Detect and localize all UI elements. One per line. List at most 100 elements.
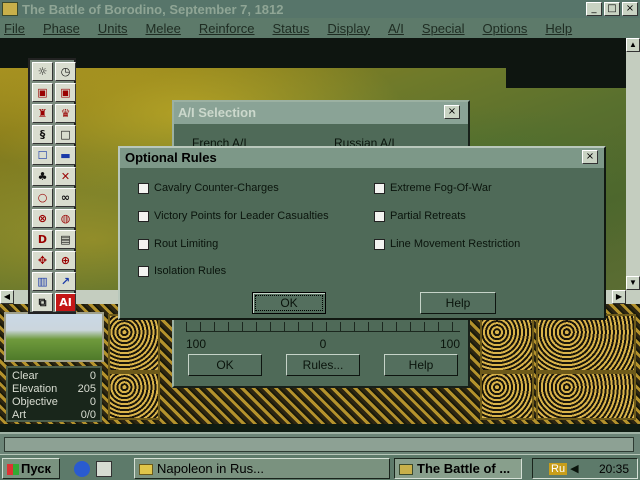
toolbar-button-16[interactable]: ◍ <box>55 209 76 228</box>
maximize-button[interactable]: □ <box>604 2 620 16</box>
start-button[interactable]: Пуск <box>2 458 60 479</box>
terrain-tile <box>108 314 160 372</box>
checkbox-label: Rout Limiting <box>154 238 219 250</box>
outlook-express-icon[interactable] <box>96 461 112 477</box>
window-title: The Battle of Borodino, September 7, 181… <box>22 1 284 17</box>
window-title-bar[interactable]: The Battle of Borodino, September 7, 181… <box>0 0 640 18</box>
extreme-fog-of-war-checkbox[interactable]: Extreme Fog-Of-War <box>374 182 492 194</box>
terrain-tile <box>536 314 636 372</box>
task-label: Napoleon in Rus... <box>157 461 264 476</box>
checkbox-box[interactable] <box>138 238 149 250</box>
terrain-preview-image <box>4 312 104 362</box>
checkbox-box[interactable] <box>374 210 385 222</box>
checkbox-box[interactable] <box>138 265 149 277</box>
toolbar-button-13[interactable]: ○ <box>32 188 53 207</box>
ai-help-button[interactable]: Help <box>384 354 458 376</box>
ai-scale-labels: 100 0 100 <box>186 337 460 351</box>
scroll-right-icon[interactable]: ▶ <box>612 290 626 304</box>
checkbox-box[interactable] <box>138 182 149 194</box>
scroll-left-icon[interactable]: ◀ <box>0 290 14 304</box>
folder-icon <box>139 464 153 476</box>
menu-special[interactable]: Special <box>422 21 465 36</box>
toolbar-button-12[interactable]: ✕ <box>55 167 76 186</box>
checkbox-label: Victory Points for Leader Casualties <box>154 210 329 222</box>
menu-options[interactable]: Options <box>483 21 528 36</box>
toolbar-button-3[interactable]: ▣ <box>32 83 53 102</box>
terrain-tile <box>480 372 534 420</box>
checkbox-label: Extreme Fog-Of-War <box>390 182 492 194</box>
taskbar-battle-window[interactable]: The Battle of ... <box>394 458 522 479</box>
cavalry-counter-charges-checkbox[interactable]: Cavalry Counter-Charges <box>138 182 279 194</box>
toolbar-button-18[interactable]: ▤ <box>55 230 76 249</box>
speaker-icon[interactable]: ◀ <box>570 462 578 475</box>
toolbar-button-9[interactable]: ☐ <box>32 146 53 165</box>
toolbar-button-6[interactable]: ♛ <box>55 104 76 123</box>
toolbar-button-4[interactable]: ▣ <box>55 83 76 102</box>
menu-ai[interactable]: A/I <box>388 21 404 36</box>
scroll-up-icon[interactable]: ▲ <box>626 38 640 52</box>
tool-palette: ☼ ◷ ▣ ▣ ♜ ♛ § □ ☐ ▬ ♣ ✕ ○ ∞ ⊗ ◍ D ▤ ✥ ⊕ … <box>28 58 76 314</box>
toolbar-button-10[interactable]: ▬ <box>55 146 76 165</box>
terrain-tile <box>108 372 160 420</box>
taskbar-napoleon-window[interactable]: Napoleon in Rus... <box>134 458 390 479</box>
partial-retreats-checkbox[interactable]: Partial Retreats <box>374 210 466 222</box>
toolbar-button-21[interactable]: ▥ <box>32 272 53 291</box>
toolbar-button-7[interactable]: § <box>32 125 53 144</box>
clock-icon[interactable]: ◷ <box>55 62 76 81</box>
isolation-rules-checkbox[interactable]: Isolation Rules <box>138 265 226 277</box>
menu-file[interactable]: File <box>4 21 25 36</box>
toolbar-button-23[interactable]: ⧉ <box>32 293 53 312</box>
map-vertical-scrollbar[interactable]: ▲ ▼ <box>626 38 640 290</box>
checkbox-box[interactable] <box>138 210 149 222</box>
language-indicator[interactable]: Ru <box>549 462 568 475</box>
victory-points-leader-checkbox[interactable]: Victory Points for Leader Casualties <box>138 210 329 222</box>
optional-rules-help-button[interactable]: Help <box>420 292 496 314</box>
toolbar-button-8[interactable]: □ <box>55 125 76 144</box>
start-label: Пуск <box>21 461 51 476</box>
menu-help[interactable]: Help <box>545 21 572 36</box>
internet-explorer-icon[interactable] <box>74 461 90 477</box>
toolbar-button-5[interactable]: ♜ <box>32 104 53 123</box>
scroll-down-icon[interactable]: ▼ <box>626 276 640 290</box>
scale-left-label: 100 <box>186 337 207 351</box>
menu-reinforce[interactable]: Reinforce <box>199 21 255 36</box>
optional-rules-close-button[interactable]: × <box>582 150 598 164</box>
clock[interactable]: 20:35 <box>599 462 629 476</box>
rout-limiting-checkbox[interactable]: Rout Limiting <box>138 238 218 250</box>
ai-dialog-close-button[interactable]: × <box>444 105 460 119</box>
menu-status[interactable]: Status <box>273 21 310 36</box>
toolbar-button-19[interactable]: ✥ <box>32 251 53 270</box>
toolbar-button-22[interactable]: ↗ <box>55 272 76 291</box>
toolbar-button-20[interactable]: ⊕ <box>55 251 76 270</box>
menu-display[interactable]: Display <box>327 21 370 36</box>
close-button[interactable]: × <box>622 2 638 16</box>
menu-phase[interactable]: Phase <box>43 21 80 36</box>
ai-rules-button[interactable]: Rules... <box>286 354 360 376</box>
ai-toolbar-button[interactable]: AI <box>55 293 76 312</box>
optional-rules-ok-button[interactable]: OK <box>252 292 326 314</box>
toolbar-button-1[interactable]: ☼ <box>32 62 53 81</box>
checkbox-box[interactable] <box>374 182 385 194</box>
app-icon <box>2 2 18 16</box>
ai-ok-button[interactable]: OK <box>188 354 262 376</box>
menu-melee[interactable]: Melee <box>145 21 180 36</box>
toolbar-button-11[interactable]: ♣ <box>32 167 53 186</box>
scale-mid-label: 0 <box>319 337 327 351</box>
minimize-button[interactable]: _ <box>586 2 602 16</box>
line-movement-restriction-checkbox[interactable]: Line Movement Restriction <box>374 238 520 250</box>
optional-rules-dialog: Optional Rules × Cavalry Counter-Charges… <box>118 146 606 320</box>
info-row-art: Art 0/0 <box>12 409 96 421</box>
checkbox-box[interactable] <box>374 238 385 250</box>
terrain-tile <box>536 372 636 420</box>
menu-units[interactable]: Units <box>98 21 128 36</box>
taskbar: Пуск Napoleon in Rus... The Battle of ..… <box>0 454 640 480</box>
toolbar-button-14[interactable]: ∞ <box>55 188 76 207</box>
status-pane <box>4 437 634 452</box>
ai-balance-slider[interactable] <box>186 322 460 332</box>
terrain-tile <box>480 314 534 372</box>
toolbar-button-15[interactable]: ⊗ <box>32 209 53 228</box>
toolbar-button-17[interactable]: D <box>32 230 53 249</box>
scale-right-label: 100 <box>439 337 460 351</box>
optional-rules-title: Optional Rules <box>120 148 604 168</box>
windows-logo-icon <box>7 464 19 476</box>
